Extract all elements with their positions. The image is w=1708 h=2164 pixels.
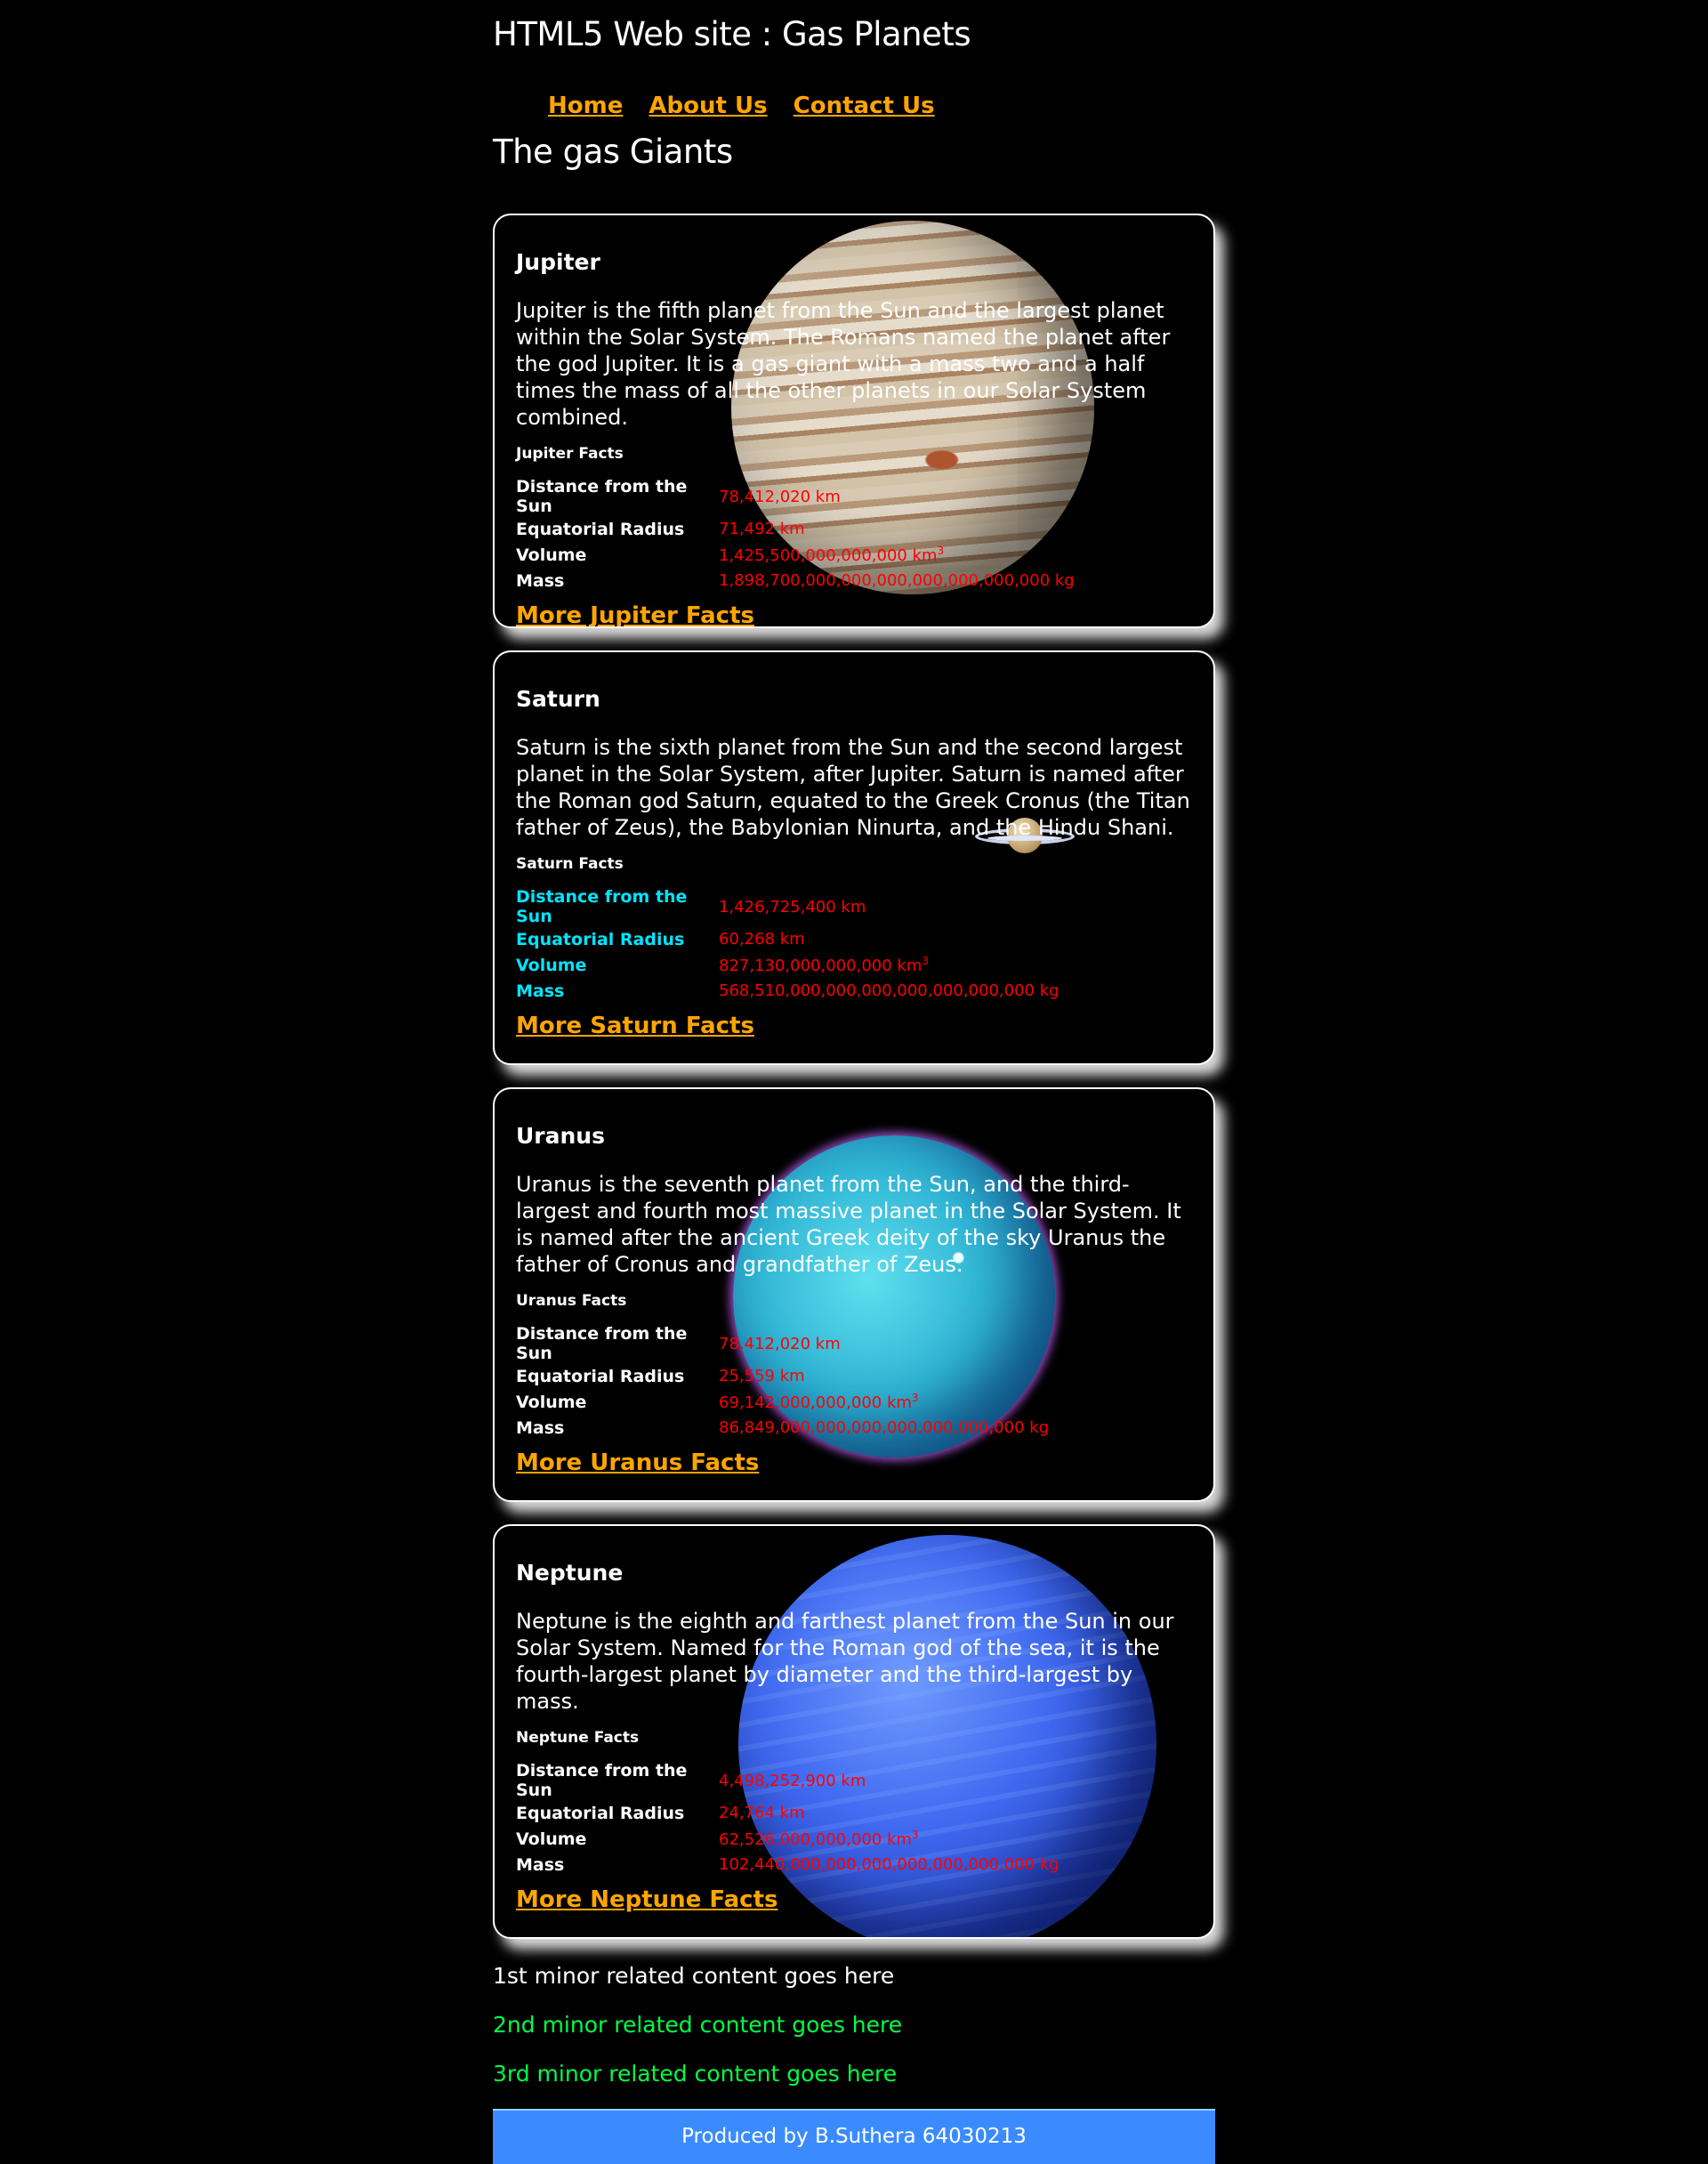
fact-label: Volume (516, 545, 587, 565)
table-row: Distance from the Sun 4,498,252,900 km (516, 1761, 1059, 1800)
facts-heading: Saturn Facts (516, 855, 624, 873)
fact-value: 25,559 km (719, 1367, 805, 1385)
volume-superscript: 3 (922, 955, 929, 967)
fact-value: 102,440,000,000,000,000,000,000,000 kg (719, 1855, 1059, 1874)
table-row: Mass 102,440,000,000,000,000,000,000,000 … (516, 1852, 1059, 1877)
fact-label: Volume (516, 955, 587, 975)
fact-label: Volume (516, 1829, 587, 1849)
fact-label: Distance from the Sun (516, 1761, 688, 1800)
fact-label: Distance from the Sun (516, 887, 688, 926)
table-row: Distance from the Sun 78,412,020 km (516, 477, 1075, 516)
minor-content-3: 3rd minor related content goes here (493, 2061, 898, 2087)
page-wrapper: HTML5 Web site : Gas Planets Home About … (493, 0, 1215, 2164)
more-facts-link[interactable]: More Saturn Facts (516, 1013, 754, 1039)
more-facts-link[interactable]: More Uranus Facts (516, 1449, 759, 1476)
minor-content-2: 2nd minor related content goes here (493, 2012, 903, 2038)
table-row: Equatorial Radius 25,559 km (516, 1363, 1049, 1389)
facts-heading: Uranus Facts (516, 1292, 627, 1310)
table-row: Volume 69,142,000,000,000 km3 (516, 1389, 1049, 1415)
table-row: Mass 1,898,700,000,000,000,000,000,000,00… (516, 568, 1075, 593)
volume-superscript: 3 (911, 1829, 919, 1841)
nav-about-link[interactable]: About Us (649, 93, 767, 119)
fact-value: 62,526,000,000,000 km (719, 1830, 912, 1849)
fact-value: 1,426,725,400 km (719, 897, 866, 916)
volume-superscript: 3 (937, 545, 945, 557)
site-title: HTML5 Web site : Gas Planets (493, 15, 971, 53)
fact-value: 827,130,000,000,000 km (719, 957, 922, 975)
fact-label: Mass (516, 1417, 565, 1438)
facts-heading: Neptune Facts (516, 1729, 640, 1747)
minor-content-1: 1st minor related content goes here (493, 1963, 895, 1989)
fact-label: Equatorial Radius (516, 1803, 685, 1823)
facts-table: Distance from the Sun 78,412,020 km Equat… (516, 1324, 1049, 1441)
planet-name: Neptune (516, 1560, 624, 1586)
fact-label: Distance from the Sun (516, 1324, 688, 1363)
fact-value: 60,268 km (719, 930, 805, 949)
planet-card-saturn: Saturn Saturn is the sixth planet from t… (493, 650, 1215, 1065)
facts-table: Distance from the Sun 1,426,725,400 km Eq… (516, 887, 1059, 1004)
table-row: Equatorial Radius 24,764 km (516, 1800, 1059, 1826)
planet-description: Saturn is the sixth planet from the Sun … (516, 735, 1190, 840)
fact-label: Distance from the Sun (516, 477, 688, 516)
planet-description: Neptune is the eighth and farthest plane… (516, 1609, 1174, 1714)
fact-value: 86,849,000,000,000,000,000,000,000 kg (719, 1418, 1050, 1437)
fact-value: 4,498,252,900 km (719, 1771, 866, 1790)
table-row: Distance from the Sun 78,412,020 km (516, 1324, 1049, 1363)
planet-name: Jupiter (516, 249, 600, 275)
table-row: Equatorial Radius 60,268 km (516, 926, 1059, 952)
table-row: Distance from the Sun 1,426,725,400 km (516, 887, 1059, 926)
fact-label: Mass (516, 570, 565, 591)
fact-label: Mass (516, 1854, 565, 1875)
planet-card-jupiter: Jupiter Jupiter is the fifth planet from… (493, 214, 1215, 628)
fact-value: 1,898,700,000,000,000,000,000,000,000 kg (719, 571, 1075, 590)
table-row: Mass 86,849,000,000,000,000,000,000,000 k… (516, 1415, 1049, 1441)
planet-card-uranus: Uranus Uranus is the seventh planet from… (493, 1087, 1215, 1502)
table-row: Mass 568,510,000,000,000,000,000,000,000 … (516, 978, 1059, 1004)
fact-value: 24,764 km (719, 1804, 805, 1822)
fact-label: Equatorial Radius (516, 519, 685, 539)
fact-label: Volume (516, 1392, 587, 1412)
nav-home-link[interactable]: Home (548, 93, 623, 119)
nav-contact-link[interactable]: Contact Us (794, 93, 935, 119)
facts-table: Distance from the Sun 4,498,252,900 km Eq… (516, 1761, 1059, 1877)
fact-value: 78,412,020 km (719, 487, 841, 506)
fact-label: Equatorial Radius (516, 1366, 685, 1386)
planet-name: Uranus (516, 1123, 605, 1149)
table-row: Equatorial Radius 71,492 km (516, 516, 1075, 542)
table-row: Volume 62,526,000,000,000 km3 (516, 1826, 1059, 1852)
facts-table: Distance from the Sun 78,412,020 km Equat… (516, 477, 1075, 593)
more-facts-link[interactable]: More Neptune Facts (516, 1886, 777, 1913)
fact-label: Mass (516, 981, 565, 1001)
main-nav: Home About Us Contact Us (548, 93, 1215, 128)
fact-value: 69,142,000,000,000 km (719, 1393, 912, 1412)
footer: Produced by B.Suthera 64030213 (493, 2109, 1215, 2164)
facts-heading: Jupiter Facts (516, 445, 624, 463)
more-facts-link[interactable]: More Jupiter Facts (516, 602, 754, 626)
fact-value: 568,510,000,000,000,000,000,000,000 kg (719, 981, 1059, 1000)
fact-value: 78,412,020 km (719, 1334, 841, 1353)
table-row: Volume 1,425,500,000,000,000 km3 (516, 542, 1075, 568)
fact-value: 1,425,500,000,000,000 km (719, 546, 938, 565)
table-row: Volume 827,130,000,000,000 km3 (516, 952, 1059, 978)
planet-card-neptune: Neptune Neptune is the eighth and farthe… (493, 1524, 1215, 1939)
fact-value: 71,492 km (719, 520, 805, 538)
planet-name: Saturn (516, 686, 600, 712)
section-title: The gas Giants (493, 133, 733, 171)
planet-description: Jupiter is the fifth planet from the Sun… (516, 298, 1171, 430)
volume-superscript: 3 (911, 1392, 919, 1404)
fact-label: Equatorial Radius (516, 929, 685, 949)
planet-description: Uranus is the seventh planet from the Su… (516, 1172, 1181, 1277)
